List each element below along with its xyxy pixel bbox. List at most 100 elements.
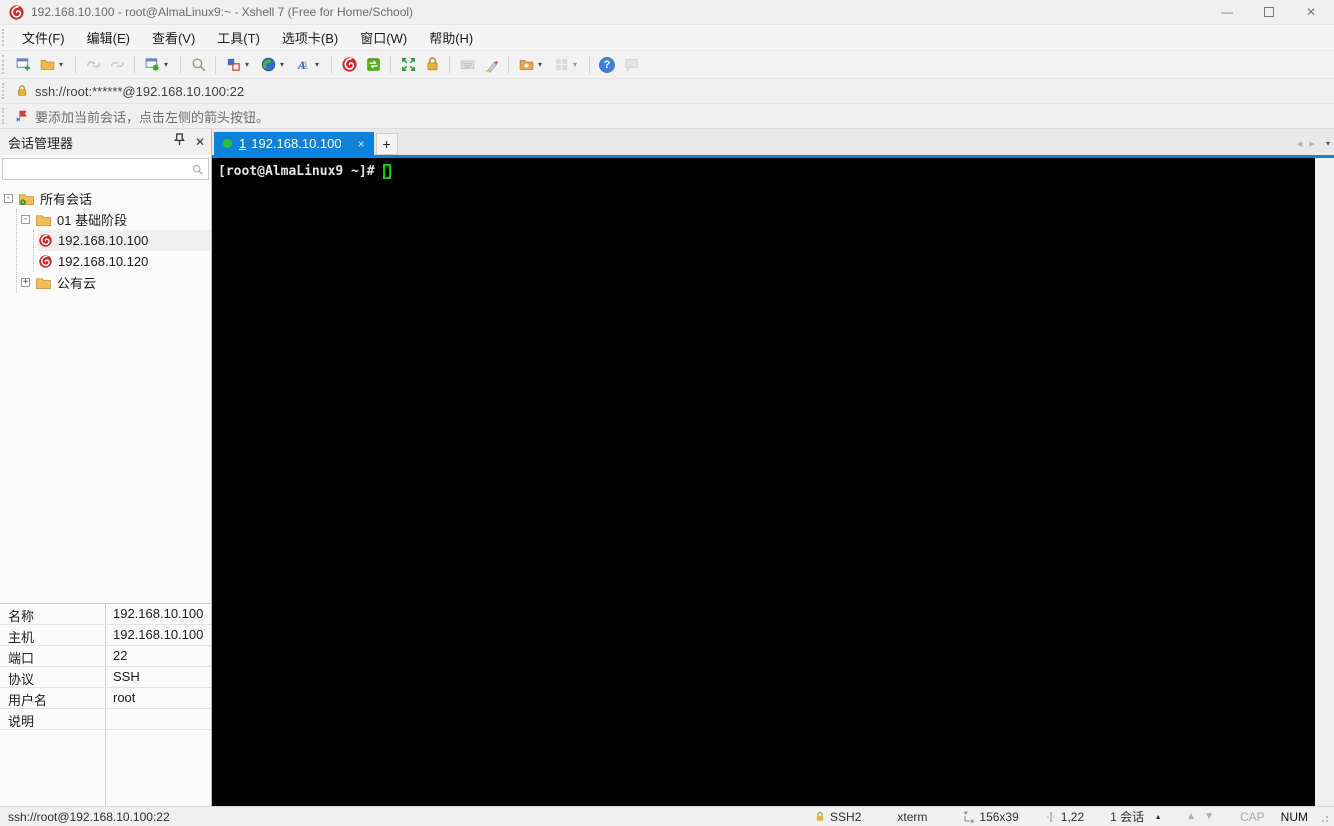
- close-button[interactable]: ✕: [1290, 1, 1332, 23]
- address-input[interactable]: ssh://root:******@192.168.10.100:22: [35, 84, 244, 99]
- open-folder-button[interactable]: [35, 53, 59, 77]
- lock-screen-icon: [426, 57, 438, 71]
- toolbar-gripper[interactable]: [2, 55, 8, 74]
- folder-icon: [36, 277, 51, 289]
- tab-close-icon[interactable]: ×: [358, 137, 365, 151]
- session-icon: [39, 234, 52, 247]
- reconnect-button[interactable]: [105, 53, 129, 77]
- maximize-button[interactable]: [1248, 1, 1290, 23]
- xftp-button[interactable]: [361, 53, 385, 77]
- terminal-wrap: [root@AlmaLinux9 ~]#: [212, 158, 1334, 806]
- scroll-down-icon[interactable]: ▼: [1204, 811, 1214, 822]
- property-row-host: 主机 192.168.10.100: [0, 625, 211, 646]
- virtual-keyboard-button[interactable]: [455, 53, 479, 77]
- font-caret-icon[interactable]: ▾: [315, 60, 324, 69]
- session-properties-caret-icon[interactable]: ▾: [164, 60, 173, 69]
- compose-layout-button[interactable]: [221, 53, 245, 77]
- tab-list-caret-icon[interactable]: ▾: [1326, 139, 1330, 148]
- new-session-button[interactable]: [11, 53, 35, 77]
- status-right: SSH2 xterm 156x39 1,22 1 会话 ▴ ▲ ▼ CAP NU…: [814, 808, 1328, 825]
- connected-status-icon: [223, 139, 232, 148]
- resize-grip[interactable]: [1318, 812, 1328, 822]
- minimize-button[interactable]: —: [1206, 1, 1248, 23]
- menu-view[interactable]: 查看(V): [141, 25, 206, 50]
- tree-label: 192.168.10.120: [58, 254, 149, 269]
- menubar-gripper[interactable]: [2, 29, 8, 46]
- tree-item-session-100[interactable]: 192.168.10.100: [38, 230, 211, 251]
- new-session-icon: [16, 58, 30, 71]
- terminal-scrollbar[interactable]: [1315, 158, 1334, 806]
- status-connection: ssh://root@192.168.10.100:22: [8, 809, 170, 824]
- status-session-count[interactable]: 1 会话 ▴: [1110, 808, 1160, 825]
- session-properties-icon: [145, 58, 159, 72]
- menu-file[interactable]: 文件(F): [11, 25, 76, 50]
- expand-icon[interactable]: +: [21, 278, 30, 287]
- tab-session-100[interactable]: 1 192.168.10.100 ×: [214, 132, 374, 155]
- compose-layout-caret-icon[interactable]: ▾: [245, 60, 254, 69]
- session-manager-title: 会话管理器: [8, 135, 74, 151]
- new-file-transfer-caret-icon[interactable]: ▾: [538, 60, 547, 69]
- menu-bar: 文件(F) 编辑(E) 查看(V) 工具(T) 选项卡(B) 窗口(W) 帮助(…: [0, 24, 1334, 50]
- caps-lock-indicator: CAP: [1239, 809, 1265, 824]
- collapse-icon[interactable]: -: [21, 215, 30, 224]
- tree-item-session-120[interactable]: 192.168.10.120: [38, 251, 211, 272]
- open-folder-caret-icon[interactable]: ▾: [59, 60, 68, 69]
- lock-screen-button[interactable]: [420, 53, 444, 77]
- web-browser-caret-icon[interactable]: ▾: [280, 60, 289, 69]
- notice-flag-icon: [16, 110, 27, 122]
- noticebar-gripper[interactable]: [2, 108, 8, 124]
- property-value: 192.168.10.100: [105, 625, 211, 645]
- new-file-transfer-button[interactable]: [514, 53, 538, 77]
- virtual-keyboard-icon: [460, 60, 474, 70]
- window-controls: — ✕: [1206, 1, 1332, 23]
- session-properties-button[interactable]: [140, 53, 164, 77]
- tab-scroll-right-icon[interactable]: ▸: [1309, 137, 1315, 150]
- fullscreen-icon: [401, 58, 415, 71]
- scroll-up-icon[interactable]: ▲: [1186, 811, 1196, 822]
- tab-scroll-left-icon[interactable]: ◂: [1297, 137, 1303, 150]
- protocol-text: SSH2: [830, 809, 862, 824]
- pin-icon: [174, 133, 185, 145]
- menu-tools[interactable]: 工具(T): [206, 25, 271, 50]
- disconnect-icon: [86, 61, 100, 68]
- chat-button[interactable]: [619, 53, 643, 77]
- session-search-icon[interactable]: [191, 163, 204, 176]
- addressbar-gripper[interactable]: [2, 83, 8, 99]
- tree-children: - 01 基础阶段 192.168.10.100 192.168.10.120: [16, 209, 211, 293]
- help-button[interactable]: ?: [595, 53, 619, 77]
- property-row-empty: [0, 730, 211, 806]
- font-button[interactable]: AA: [291, 53, 315, 77]
- menu-edit[interactable]: 编辑(E): [76, 25, 141, 50]
- property-row-name: 名称 192.168.10.100: [0, 604, 211, 625]
- find-button[interactable]: [186, 53, 210, 77]
- session-search-input[interactable]: [3, 160, 191, 178]
- xftp-icon: [366, 58, 380, 71]
- status-term-type[interactable]: xterm: [897, 810, 927, 824]
- tree-item-group-cloud[interactable]: + 公有云: [21, 272, 211, 293]
- terminal-screen[interactable]: [root@AlmaLinux9 ~]#: [212, 158, 1315, 806]
- xshell-app-icon: [9, 4, 24, 20]
- pin-panel-button[interactable]: [174, 133, 185, 151]
- menu-window[interactable]: 窗口(W): [349, 25, 418, 50]
- menu-tabs[interactable]: 选项卡(B): [271, 25, 349, 50]
- tree-item-all-sessions[interactable]: - 所有会话: [4, 188, 211, 209]
- xshell-button[interactable]: [337, 53, 361, 77]
- close-panel-button[interactable]: ✕: [195, 135, 205, 149]
- highlighter-button[interactable]: [479, 53, 503, 77]
- tile-windows-button[interactable]: [549, 53, 573, 77]
- property-label: [0, 730, 105, 806]
- new-tab-button[interactable]: +: [375, 133, 398, 155]
- collapse-icon[interactable]: -: [4, 194, 13, 203]
- open-folder-icon: [40, 59, 54, 70]
- tree-item-group-basic[interactable]: - 01 基础阶段: [21, 209, 211, 230]
- status-cursor-position: 1,22: [1045, 810, 1084, 824]
- address-bar: ssh://root:******@192.168.10.100:22: [0, 78, 1334, 103]
- web-browser-button[interactable]: [256, 53, 280, 77]
- menu-help[interactable]: 帮助(H): [418, 25, 484, 50]
- toolbar-separator: [180, 55, 181, 74]
- session-icon: [39, 255, 52, 268]
- disconnect-button[interactable]: [81, 53, 105, 77]
- fullscreen-button[interactable]: [396, 53, 420, 77]
- folder-gear-icon: [19, 193, 34, 205]
- tile-windows-caret-icon[interactable]: ▾: [573, 60, 582, 69]
